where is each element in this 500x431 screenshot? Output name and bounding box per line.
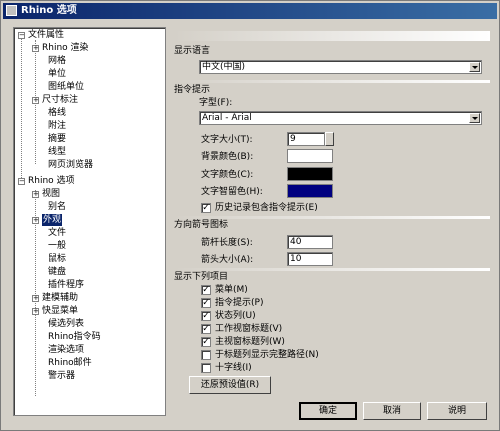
- tree-item-candidate-list[interactable]: 候选列表: [48, 318, 84, 330]
- section-show-items: 显示下列项目: [174, 268, 490, 283]
- expand-icon[interactable]: +: [32, 308, 39, 315]
- tree-item-web-browser[interactable]: 网页浏览器: [48, 159, 93, 171]
- status-bar-label: 状态列(U): [215, 311, 256, 321]
- window-title: Rhino 选项: [21, 5, 77, 16]
- font-select[interactable]: Arial - Arial: [199, 111, 482, 125]
- tree-item-appearance[interactable]: 外观: [42, 214, 63, 226]
- text-size-input[interactable]: 9: [287, 132, 325, 146]
- full-path-checkbox[interactable]: [201, 350, 211, 360]
- tree-item-file-properties[interactable]: 文件属性: [28, 29, 64, 41]
- tree-item-aliases[interactable]: 别名: [48, 201, 66, 213]
- tree-item-render-options[interactable]: 渲染选项: [48, 344, 84, 356]
- text-size-label: 文字大小(T):: [201, 135, 253, 145]
- collapse-icon[interactable]: −: [18, 32, 25, 39]
- tree-item-view[interactable]: 视图: [42, 188, 60, 200]
- tree-item-files[interactable]: 文件: [48, 227, 66, 239]
- expand-icon[interactable]: +: [32, 295, 39, 302]
- restore-defaults-button[interactable]: 还原预设值(R): [189, 376, 271, 394]
- expand-icon[interactable]: +: [32, 191, 39, 198]
- shaft-length-input[interactable]: 40: [287, 235, 333, 249]
- menu-checkbox[interactable]: ✓: [201, 285, 211, 295]
- section-divider: [174, 31, 490, 41]
- tree-item-modeling-aids[interactable]: 建模辅助: [42, 292, 78, 304]
- tree-item-rhino-render[interactable]: Rhino 渲染: [42, 42, 89, 54]
- ok-button[interactable]: 确定: [299, 402, 357, 420]
- bg-color-swatch[interactable]: [287, 149, 333, 163]
- tree-item-linetypes[interactable]: 线型: [48, 146, 66, 158]
- menu-label: 菜单(M): [215, 285, 248, 295]
- chevron-down-icon[interactable]: [469, 113, 480, 123]
- language-value: 中文(中国): [202, 62, 246, 72]
- section-display-language: 显示语言: [174, 31, 490, 57]
- status-bar-checkbox[interactable]: ✓: [201, 311, 211, 321]
- tree-item-mesh[interactable]: 网格: [48, 55, 66, 67]
- font-value: Arial - Arial: [202, 113, 252, 123]
- tree-item-popup-menu[interactable]: 快显菜单: [42, 305, 78, 317]
- history-checkbox[interactable]: ✓: [201, 203, 211, 213]
- command-prompt-label: 指令提示(P): [215, 298, 264, 308]
- tree-item-rhinoscript[interactable]: Rhino指令码: [48, 331, 101, 343]
- tree-item-layout-units[interactable]: 图纸单位: [48, 81, 84, 93]
- section-divider: [174, 80, 490, 83]
- title-bar[interactable]: Rhino 选项: [3, 3, 497, 19]
- hover-color-swatch[interactable]: [287, 184, 333, 198]
- section-direction-arrow: 方向箭号图标: [174, 216, 490, 231]
- tree-guide: [21, 38, 22, 184]
- crosshair-checkbox[interactable]: [201, 363, 211, 373]
- viewport-title-checkbox[interactable]: ✓: [201, 324, 211, 334]
- head-size-label: 箭头大小(A):: [201, 255, 254, 265]
- crosshair-label: 十字线(I): [215, 363, 252, 373]
- section-divider: [174, 216, 490, 219]
- tree-item-rhino-mail[interactable]: Rhino邮件: [48, 357, 92, 369]
- hover-color-label: 文字智留色(H):: [201, 187, 263, 197]
- section-divider: [174, 268, 490, 271]
- history-label: 历史记录包含指令提示(E): [215, 203, 318, 213]
- tree-item-units[interactable]: 单位: [48, 68, 66, 80]
- options-tree[interactable]: − 文件属性 + Rhino 渲染 网格 单位 图纸单位 + 尺寸标注 格线 附…: [13, 27, 166, 416]
- tree-item-alerter[interactable]: 警示器: [48, 370, 75, 382]
- section-title: 指令提示: [174, 85, 211, 95]
- text-color-swatch[interactable]: [287, 167, 333, 181]
- section-command-prompt: 指令提示: [174, 80, 490, 96]
- tree-item-keyboard[interactable]: 键盘: [48, 266, 66, 278]
- expand-icon[interactable]: +: [32, 97, 39, 104]
- full-path-label: 于标题列显示完整路径(N): [215, 350, 319, 360]
- shaft-length-label: 箭杆长度(S):: [201, 238, 253, 248]
- tree-item-rhino-options[interactable]: Rhino 选项: [28, 175, 75, 187]
- tree-item-mouse[interactable]: 鼠标: [48, 253, 66, 265]
- section-title: 显示语言: [174, 46, 211, 56]
- main-title-bar-checkbox[interactable]: ✓: [201, 337, 211, 347]
- viewport-title-label: 工作视窗标题(V): [215, 324, 283, 334]
- tree-item-general[interactable]: 一般: [48, 240, 66, 252]
- tree-item-summary[interactable]: 摘要: [48, 133, 66, 145]
- head-size-input[interactable]: 10: [287, 252, 333, 266]
- section-title: 方向箭号图标: [174, 220, 229, 230]
- rhino-app-icon: [6, 5, 17, 16]
- chevron-down-icon[interactable]: [469, 62, 480, 72]
- cancel-button[interactable]: 取消: [363, 402, 421, 420]
- appearance-panel: 显示语言 中文(中国) 指令提示 字型(F): Arial - Arial 文字…: [174, 27, 490, 396]
- main-title-bar-label: 主视窗标题列(W): [215, 337, 285, 347]
- options-window: Rhino 选项 − 文件属性 + Rhino 渲染 网格 单位 图纸单位 + …: [0, 0, 500, 431]
- tree-item-notes[interactable]: 附注: [48, 120, 66, 132]
- help-button[interactable]: 说明: [427, 402, 487, 420]
- collapse-icon[interactable]: −: [18, 178, 25, 185]
- text-color-label: 文字颜色(C):: [201, 170, 254, 180]
- expand-icon[interactable]: +: [32, 45, 39, 52]
- tree-item-plugins[interactable]: 插件程序: [48, 279, 84, 291]
- text-size-spinner[interactable]: [325, 132, 334, 146]
- command-prompt-checkbox[interactable]: ✓: [201, 298, 211, 308]
- expand-icon[interactable]: +: [32, 217, 39, 224]
- bg-color-label: 背景颜色(B):: [201, 152, 254, 162]
- language-select[interactable]: 中文(中国): [199, 60, 482, 74]
- section-title: 显示下列项目: [174, 272, 229, 282]
- font-label: 字型(F):: [199, 98, 233, 108]
- tree-item-dimensions[interactable]: 尺寸标注: [42, 94, 78, 106]
- tree-item-grid[interactable]: 格线: [48, 107, 66, 119]
